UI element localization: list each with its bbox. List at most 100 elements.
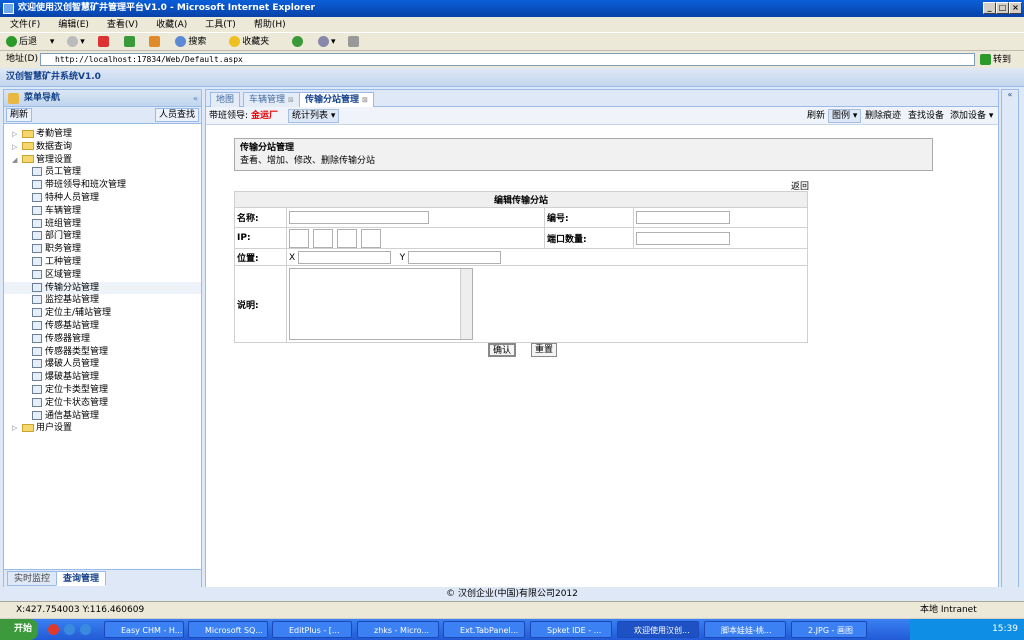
tree-item[interactable]: 爆破基站管理 xyxy=(4,371,201,384)
find-person-button[interactable]: 人员查找 xyxy=(154,108,199,122)
tree-item[interactable]: 定位卡类型管理 xyxy=(4,384,201,397)
name-input[interactable] xyxy=(289,211,429,224)
tree-item[interactable]: ▷ 考勤管理 xyxy=(4,128,201,141)
refresh-nav-button[interactable]: 刷新 xyxy=(6,108,33,122)
menu-file[interactable]: 文件(F) xyxy=(10,20,40,30)
stop-button[interactable] xyxy=(97,36,111,47)
taskbar-item[interactable]: EditPlus - [... xyxy=(272,621,352,638)
tree-item[interactable]: 员工管理 xyxy=(4,166,201,179)
tree-item[interactable]: 班组管理 xyxy=(4,218,201,231)
tab-vehicle-manage[interactable]: 车辆管理 ⊠ xyxy=(243,92,300,107)
taskbar-item[interactable]: Spket IDE - ... xyxy=(530,621,612,638)
tree-item[interactable]: 通信基站管理 xyxy=(4,410,201,423)
tree-item[interactable]: 特种人员管理 xyxy=(4,192,201,205)
menu-favorites[interactable]: 收藏(A) xyxy=(156,20,187,30)
tree-item[interactable]: 定位主/辅站管理 xyxy=(4,307,201,320)
tab-realtime-monitor[interactable]: 实时监控 xyxy=(7,571,58,586)
collapsed-arrow-icon[interactable]: ▷ xyxy=(12,128,22,141)
tree-item[interactable]: 传感基站管理 xyxy=(4,320,201,333)
menu-edit[interactable]: 编辑(E) xyxy=(58,20,89,30)
back-button[interactable]: 后退 ▾ xyxy=(6,36,54,47)
stats-list-dropdown[interactable]: 统计列表 ▾ xyxy=(288,109,340,123)
collapsed-arrow-icon[interactable]: ▷ xyxy=(12,422,22,435)
x-input[interactable] xyxy=(298,250,392,264)
tree-item[interactable]: 职务管理 xyxy=(4,243,201,256)
taskbar-item[interactable]: Microsoft SQ... xyxy=(188,621,268,638)
info-box: 传输分站管理 查看、增加、修改、删除传输分站 xyxy=(234,138,933,171)
tree-item[interactable]: 传感器管理 xyxy=(4,333,201,346)
folder-icon xyxy=(22,129,34,138)
desc-textarea[interactable] xyxy=(289,268,473,340)
forward-button[interactable]: ▾ xyxy=(67,36,85,47)
search-button[interactable]: 搜索 xyxy=(175,36,216,47)
tree-item[interactable]: 传输分站管理 xyxy=(4,281,201,295)
address-input[interactable]: http://localhost:17834/Web/Default.aspx xyxy=(40,53,975,66)
forward-arrow-icon xyxy=(67,36,79,47)
collapse-left-icon[interactable]: « xyxy=(193,90,198,107)
minimize-button[interactable]: _ xyxy=(983,2,996,14)
quick-launch-icon[interactable] xyxy=(64,624,75,635)
folder-icon xyxy=(22,155,34,164)
page-icon xyxy=(32,384,42,394)
nav-panel: 菜单导航 « 刷新 人员查找 ▷ 考勤管理 ▷ 数据查询 ◢ 管理设置 员工管理 带班领导和班次管… xyxy=(3,89,202,588)
home-button[interactable] xyxy=(149,36,162,47)
collapsed-arrow-icon[interactable]: ▷ xyxy=(12,141,22,154)
expanded-arrow-icon[interactable]: ◢ xyxy=(12,154,22,167)
start-button[interactable]: 开始 xyxy=(0,619,38,640)
taskbar-item[interactable]: Ext.TabPanel... xyxy=(443,621,525,638)
taskbar-item[interactable]: 脚本娃娃-桃... xyxy=(704,621,786,638)
ip-octet-2[interactable] xyxy=(313,228,333,248)
tree-item[interactable]: 区域管理 xyxy=(4,269,201,282)
clear-trace-button[interactable]: 删除痕迹 xyxy=(865,107,901,125)
tab-transfer-station-manage[interactable]: 传输分站管理 ⊠ xyxy=(299,92,374,108)
taskbar-item[interactable]: 2.JPG - 画图 xyxy=(791,621,867,638)
menu-view[interactable]: 查看(V) xyxy=(107,20,138,30)
ip-octet-4[interactable] xyxy=(361,228,381,248)
print-button[interactable] xyxy=(348,36,361,47)
tree-item[interactable]: 工种管理 xyxy=(4,256,201,269)
add-device-dropdown[interactable]: 添加设备 ▾ xyxy=(950,107,993,125)
tree-item[interactable]: 定位卡状态管理 xyxy=(4,397,201,410)
tab-query-manage[interactable]: 查询管理 xyxy=(56,571,107,586)
close-tab-icon[interactable]: ⊠ xyxy=(288,96,294,104)
tree-item[interactable]: ◢ 管理设置 xyxy=(4,154,201,167)
tree-item[interactable]: 车辆管理 xyxy=(4,205,201,218)
y-input[interactable] xyxy=(408,250,502,264)
refresh-button[interactable] xyxy=(123,36,137,47)
close-button[interactable]: × xyxy=(1009,2,1022,14)
taskbar-item[interactable]: Easy CHM - H... xyxy=(104,621,184,638)
close-tab-icon[interactable]: ⊠ xyxy=(362,96,368,104)
tree-item[interactable]: ▷ 用户设置 xyxy=(4,422,201,435)
ip-octet-1[interactable] xyxy=(289,228,309,248)
tree-item[interactable]: 爆破人员管理 xyxy=(4,358,201,371)
taskbar-item[interactable]: zhks - Micro... xyxy=(357,621,439,638)
collapsed-right-panel[interactable]: « xyxy=(1001,89,1019,588)
refresh-map-button[interactable]: 刷新 xyxy=(807,107,825,125)
find-device-button[interactable]: 查找设备 xyxy=(908,107,944,125)
history-button[interactable] xyxy=(292,36,305,47)
ip-octet-3[interactable] xyxy=(337,228,357,248)
tree-item[interactable]: 部门管理 xyxy=(4,230,201,243)
tab-map[interactable]: 地图 xyxy=(210,92,241,107)
textarea-scrollbar[interactable] xyxy=(460,269,472,339)
menu-tools[interactable]: 工具(T) xyxy=(205,20,236,30)
expand-right-icon[interactable]: « xyxy=(1008,90,1013,99)
menu-help[interactable]: 帮助(H) xyxy=(254,20,286,30)
tree-item[interactable]: ▷ 数据查询 xyxy=(4,141,201,154)
confirm-button[interactable]: 确认 xyxy=(488,343,517,357)
quick-launch-icon[interactable] xyxy=(48,624,59,635)
mail-button[interactable]: ▾ xyxy=(317,36,336,47)
tree-item[interactable]: 带班领导和班次管理 xyxy=(4,179,201,192)
tree-item[interactable]: 监控基站管理 xyxy=(4,294,201,307)
maximize-button[interactable]: □ xyxy=(996,2,1009,14)
home-icon xyxy=(149,36,161,47)
ports-input[interactable] xyxy=(636,231,730,245)
reset-button[interactable]: 重置 xyxy=(531,343,558,357)
favorites-button[interactable]: 收藏夹 xyxy=(229,36,279,47)
legend-dropdown[interactable]: 图例 ▾ xyxy=(828,109,862,123)
tree-item[interactable]: 传感器类型管理 xyxy=(4,346,201,359)
taskbar-item[interactable]: 欢迎使用汉创... xyxy=(617,621,699,638)
go-button[interactable]: 转到 xyxy=(980,52,1011,69)
code-input[interactable] xyxy=(636,211,730,224)
quick-launch-icon[interactable] xyxy=(80,624,91,635)
